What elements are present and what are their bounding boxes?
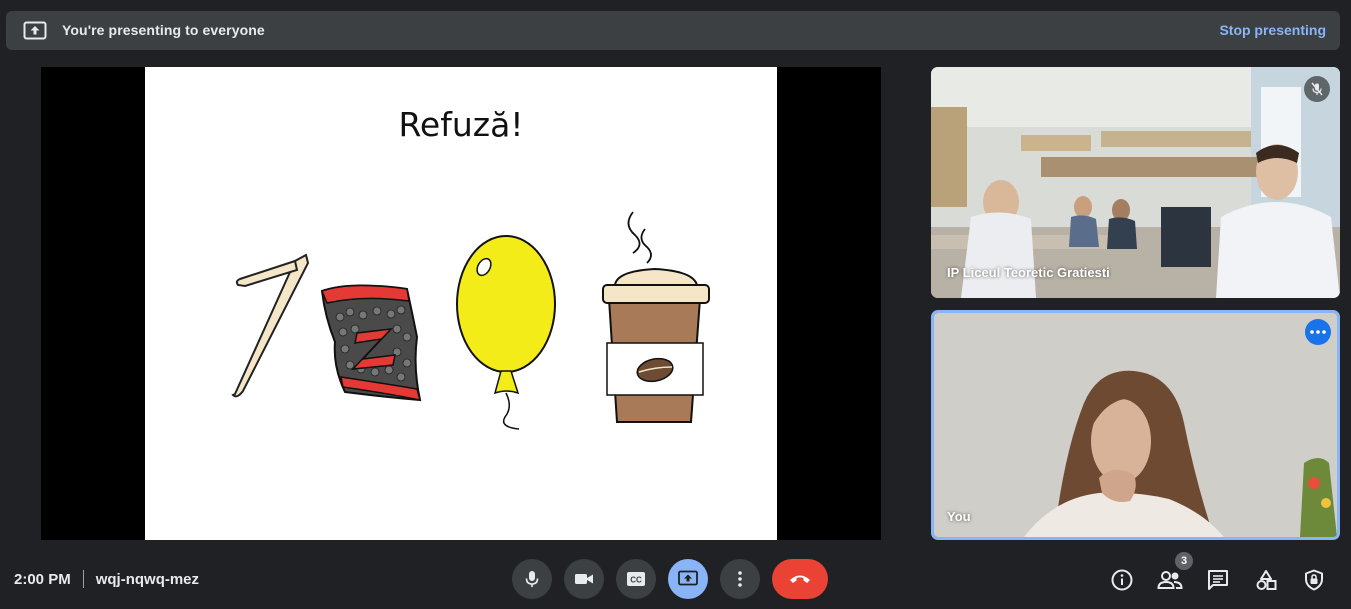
- self-video: [934, 313, 1337, 537]
- activities-button[interactable]: [1251, 565, 1281, 595]
- activities-icon: [1256, 570, 1277, 590]
- meeting-details-button[interactable]: [1107, 565, 1137, 595]
- present-screen-icon: [23, 20, 47, 42]
- presenting-status-text: You're presenting to everyone: [62, 22, 265, 38]
- closed-captions-icon: CC: [627, 572, 645, 586]
- mic-off-icon: [1304, 76, 1330, 102]
- stop-presenting-button[interactable]: Stop presenting: [1219, 22, 1326, 38]
- coffee-cup-icon: [602, 211, 710, 423]
- camera-button[interactable]: [564, 559, 604, 599]
- info-icon: [1111, 569, 1133, 591]
- more-vert-icon: [738, 571, 742, 587]
- presenting-banner: You're presenting to everyone Stop prese…: [6, 11, 1340, 50]
- call-controls: CC 3: [0, 552, 1351, 601]
- participant-tile-classroom[interactable]: IP Liceul Teoretic Gratiesti: [931, 67, 1340, 298]
- captions-button[interactable]: CC: [616, 559, 656, 599]
- straw-icon: [231, 253, 310, 398]
- presentation-view: Refuză!: [41, 67, 881, 540]
- balloon-icon: [456, 235, 556, 430]
- chat-button[interactable]: [1203, 565, 1233, 595]
- people-icon: [1157, 571, 1183, 589]
- more-options-icon[interactable]: [1305, 319, 1331, 345]
- more-options-button[interactable]: [720, 559, 760, 599]
- leave-call-button[interactable]: [772, 559, 828, 599]
- slide: Refuză!: [145, 67, 777, 540]
- candy-wrapper-icon: [320, 284, 422, 402]
- chat-icon: [1208, 570, 1228, 590]
- present-now-button[interactable]: [668, 559, 708, 599]
- participant-tile-self[interactable]: You: [931, 310, 1340, 540]
- participant-name: IP Liceul Teoretic Gratiesti: [947, 265, 1110, 280]
- participant-video: [931, 67, 1340, 298]
- host-controls-button[interactable]: [1299, 565, 1329, 595]
- mic-icon: [525, 571, 539, 587]
- shield-lock-icon: [1305, 569, 1323, 591]
- participant-count-badge: 3: [1175, 552, 1193, 570]
- end-call-icon: [790, 575, 810, 583]
- present-screen-icon: [678, 570, 698, 586]
- video-camera-icon: [575, 574, 593, 584]
- participant-name: You: [947, 509, 971, 524]
- microphone-button[interactable]: [512, 559, 552, 599]
- people-button[interactable]: 3: [1155, 552, 1193, 595]
- svg-text:CC: CC: [630, 576, 642, 585]
